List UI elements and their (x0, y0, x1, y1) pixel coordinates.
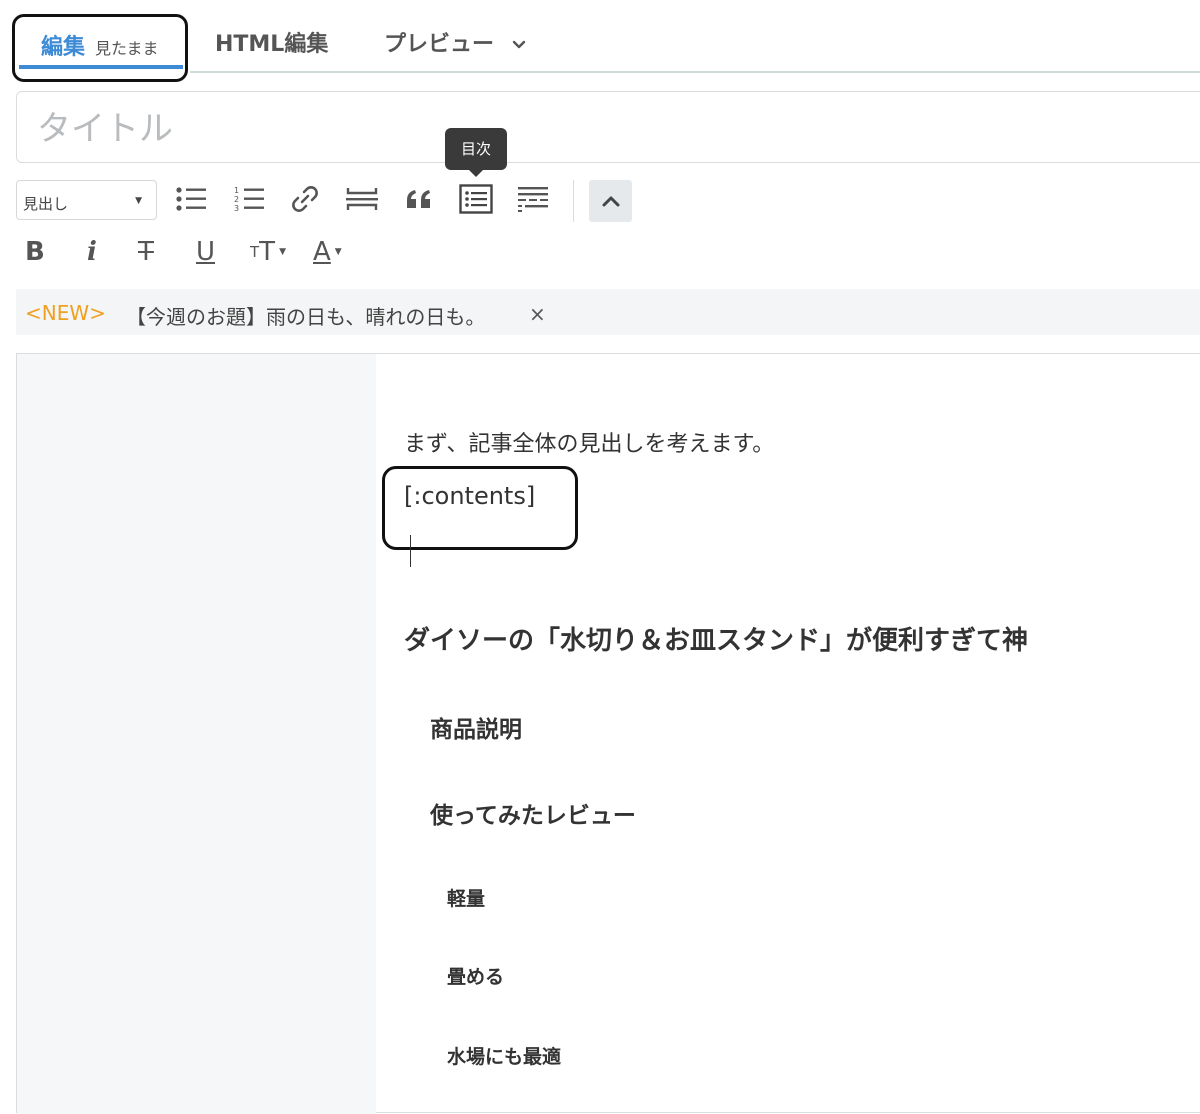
underline-button[interactable]: U (196, 234, 215, 270)
text-color-icon: A (313, 237, 331, 267)
svg-text:1: 1 (234, 186, 239, 195)
heading-select-value: 見出し (23, 195, 69, 213)
quote-button[interactable] (399, 179, 439, 219)
tab-visual-edit[interactable]: 編集 見たまま (12, 14, 188, 82)
unordered-list-button[interactable] (171, 179, 211, 219)
heading-h4: 水場にも最適 (447, 1046, 562, 1068)
link-button[interactable] (285, 179, 325, 219)
new-badge: <NEW> (25, 301, 106, 325)
heading-select[interactable]: 見出し ▼ (16, 180, 157, 220)
heading-h4: 畳める (447, 966, 505, 988)
heading-h4: 軽量 (447, 888, 486, 910)
editor-sidebar (17, 354, 376, 1114)
toolbar-separator (573, 180, 574, 222)
tab-visual-edit-sublabel: 見たまま (95, 39, 159, 58)
table-of-contents-icon (459, 184, 493, 214)
announcement-link[interactable]: 【今週のお題】雨の日も、晴れの日も。 (126, 301, 485, 330)
svg-text:3: 3 (234, 204, 239, 213)
editor-tab-bar: 編集 見たまま HTML編集 プレビュー (0, 0, 1200, 82)
active-tab-indicator (19, 65, 183, 69)
text-color-dropdown-icon: ▼ (334, 247, 342, 257)
contents-notation: [:contents] (404, 482, 536, 510)
collapse-toolbar-button[interactable] (589, 180, 632, 222)
title-field-container (16, 91, 1200, 163)
text-size-icon-small: T (250, 243, 260, 261)
unordered-list-icon (176, 187, 206, 211)
heading-h3: 使ってみたレビュー (430, 803, 636, 829)
text-size-dropdown-icon: ▼ (279, 247, 286, 257)
toc-tooltip: 目次 (445, 128, 507, 177)
tab-preview[interactable]: プレビュー (384, 26, 526, 58)
link-icon (292, 186, 318, 212)
bold-button[interactable]: B (25, 234, 45, 270)
editor-content[interactable]: まず、記事全体の見出しを考えます。 [:contents] ダイソーの「水切り＆… (404, 354, 1194, 1106)
chevron-up-icon (602, 196, 619, 207)
italic-button[interactable]: i (87, 234, 97, 270)
quote-icon (407, 190, 430, 208)
ordered-list-button[interactable]: 1 2 3 (229, 179, 269, 219)
table-of-contents-button[interactable] (456, 179, 496, 219)
tab-html-edit[interactable]: HTML編集 (215, 26, 328, 58)
text-size-button[interactable]: T T ▼ (250, 234, 286, 270)
svg-text:2: 2 (234, 195, 239, 204)
text-color-button[interactable]: A ▼ (313, 234, 342, 270)
announcement-bar: <NEW> 【今週のお題】雨の日も、晴れの日も。 × (16, 289, 1200, 335)
heading-h3: 商品説明 (430, 717, 522, 743)
more-button[interactable] (513, 179, 553, 219)
dropdown-arrow-icon: ▼ (135, 196, 142, 206)
chevron-down-icon (512, 40, 525, 49)
tab-bar-divider (190, 71, 1200, 73)
horizontal-rule-button[interactable] (342, 179, 382, 219)
ordered-list-icon: 1 2 3 (234, 186, 264, 213)
more-icon (518, 187, 548, 212)
paragraph-text: まず、記事全体の見出しを考えます。 (404, 432, 775, 457)
text-size-icon: T (259, 237, 276, 267)
close-icon[interactable]: × (529, 302, 546, 326)
tab-visual-edit-label: 編集 (41, 35, 86, 60)
horizontal-rule-icon (346, 188, 378, 210)
tab-preview-label: プレビュー (384, 32, 495, 57)
strikethrough-button[interactable]: T (138, 234, 154, 270)
heading-h2: ダイソーの「水切り＆お皿スタンド」が便利すぎて神 (404, 626, 1029, 656)
